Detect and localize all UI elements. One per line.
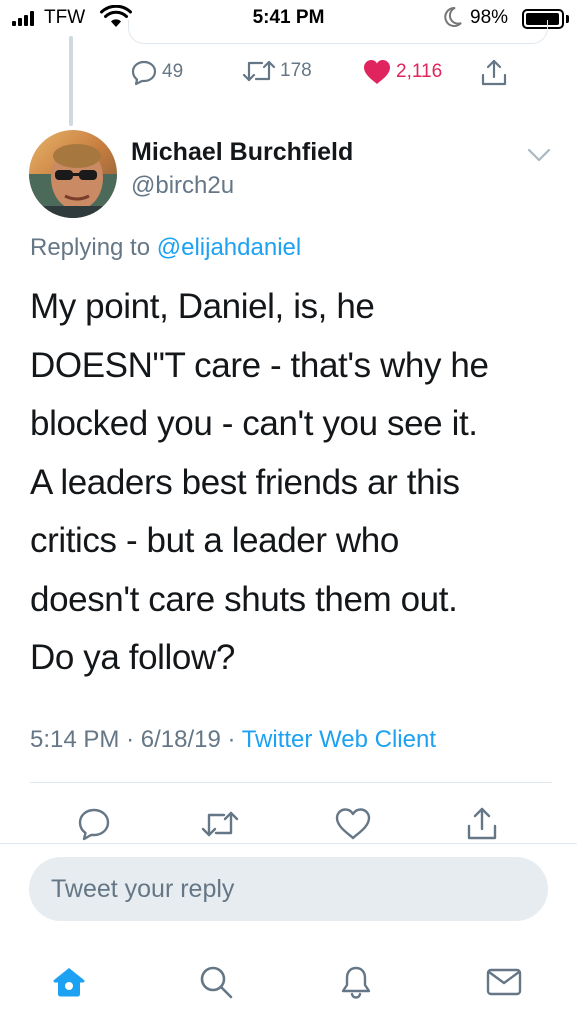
previous-reply-count: 49 — [162, 61, 184, 82]
like-icon — [335, 808, 371, 840]
share-icon — [467, 807, 497, 840]
divider — [30, 782, 552, 783]
tweet-text-line: doesn't care shuts them out. — [30, 579, 458, 619]
tweet-text-line: My point, Daniel, is, he — [30, 287, 375, 326]
replying-to-mention[interactable]: @elijahdaniel — [157, 234, 301, 261]
previous-retweet-button[interactable]: 178 — [242, 58, 312, 84]
reply-icon — [131, 60, 157, 86]
home-icon — [53, 968, 85, 997]
tweet-text-line: critics - but a leader who — [30, 521, 399, 560]
avatar-photo — [29, 130, 117, 218]
previous-like-count: 2,116 — [396, 61, 443, 82]
meta-separator: · — [126, 726, 135, 753]
tweet-metadata: 5:14 PM · 6/18/19 · Twitter Web Client — [30, 726, 436, 754]
battery-cap — [566, 15, 569, 23]
notifications-icon — [341, 966, 371, 999]
reply-input[interactable]: Tweet your reply — [29, 857, 548, 921]
tweet-client-link[interactable]: Twitter Web Client — [242, 726, 436, 753]
meta-separator: · — [227, 726, 236, 753]
tweet-text-line: Do ya follow? — [30, 638, 235, 677]
chevron-down-icon[interactable] — [526, 146, 552, 164]
reply-icon — [78, 808, 110, 841]
tweet-text-line: blocked you - can't you see it. — [30, 404, 478, 443]
tweet-text: My point, Daniel, is, he DOESN"T care - … — [30, 278, 560, 688]
liked-heart-icon — [364, 60, 390, 84]
user-handle[interactable]: @birch2u — [131, 172, 234, 200]
reply-placeholder: Tweet your reply — [51, 875, 235, 903]
display-name[interactable]: Michael Burchfield — [131, 138, 353, 167]
bottom-tab-bar — [0, 944, 577, 1024]
search-icon — [200, 966, 233, 999]
previous-reply-button[interactable]: 49 — [130, 58, 183, 86]
avatar[interactable] — [29, 130, 117, 218]
tab-search[interactable] — [194, 960, 238, 1004]
thread-connector-line — [69, 36, 73, 126]
messages-icon — [486, 968, 522, 996]
replying-prefix: Replying to — [30, 234, 151, 261]
previous-share-button[interactable] — [480, 58, 508, 88]
like-button[interactable] — [333, 804, 373, 844]
share-button[interactable] — [462, 804, 502, 844]
previous-retweet-count: 178 — [280, 60, 312, 81]
tweet-date: 6/18/19 — [140, 726, 221, 753]
retweet-button[interactable] — [200, 804, 240, 844]
divider — [0, 843, 577, 844]
tab-home[interactable] — [47, 960, 91, 1004]
quoted-card-edge — [128, 20, 548, 44]
tab-messages[interactable] — [482, 960, 526, 1004]
retweet-icon — [201, 811, 239, 837]
replying-to-line: Replying to @elijahdaniel — [30, 234, 301, 262]
tweet-text-line: DOESN"T care - that's why he — [30, 345, 489, 385]
previous-like-button[interactable]: 2,116 — [362, 58, 442, 86]
retweet-icon — [242, 60, 276, 82]
share-icon — [481, 59, 507, 86]
tab-notifications[interactable] — [334, 960, 378, 1004]
tweet-text-line: A leaders best friends ar this — [30, 462, 460, 502]
reply-button[interactable] — [74, 804, 114, 844]
tweet-time: 5:14 PM — [30, 726, 120, 753]
tweet-actions — [0, 800, 577, 844]
